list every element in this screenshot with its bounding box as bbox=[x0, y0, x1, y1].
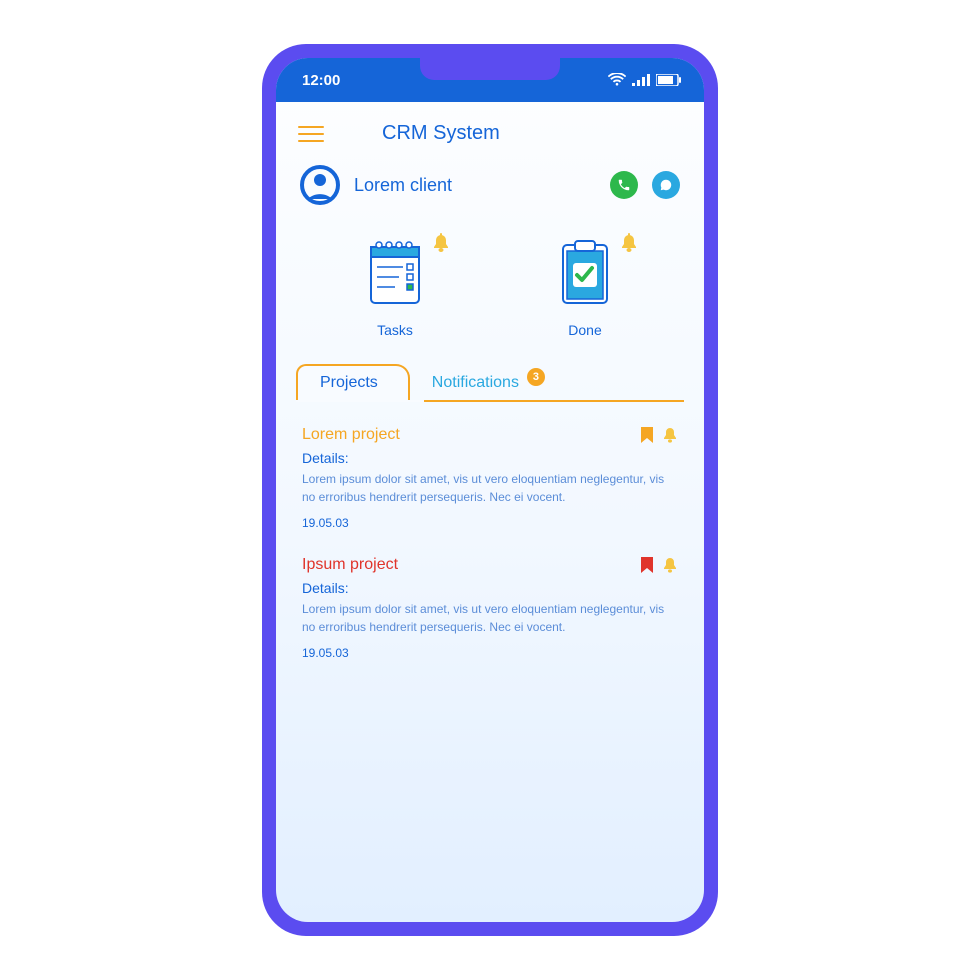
battery-icon bbox=[656, 74, 682, 86]
phone-frame: 12:00 CRM System Lorem client bbox=[262, 44, 718, 936]
bell-icon bbox=[619, 233, 639, 255]
done-card[interactable]: Done bbox=[525, 237, 645, 338]
done-label: Done bbox=[568, 322, 601, 338]
tab-notifications[interactable]: Notifications 3 bbox=[410, 366, 549, 400]
project-title: Lorem project bbox=[302, 426, 400, 444]
tab-projects[interactable]: Projects bbox=[296, 364, 410, 400]
bell-icon[interactable] bbox=[662, 426, 678, 444]
bell-icon bbox=[431, 233, 451, 255]
client-name: Lorem client bbox=[354, 175, 596, 196]
project-date: 19.05.03 bbox=[302, 516, 678, 530]
project-item[interactable]: Ipsum project Details: Lorem ipsum dolor… bbox=[302, 556, 678, 660]
wifi-icon bbox=[608, 73, 626, 87]
cards-row: Tasks Done bbox=[276, 229, 704, 358]
details-label: Details: bbox=[302, 580, 678, 596]
app-title: CRM System bbox=[382, 122, 500, 145]
avatar-icon bbox=[300, 165, 340, 205]
tasks-card[interactable]: Tasks bbox=[335, 237, 455, 338]
tabs: Projects Notifications 3 bbox=[276, 358, 704, 402]
bookmark-icon[interactable] bbox=[640, 556, 654, 574]
project-date: 19.05.03 bbox=[302, 646, 678, 660]
status-time: 12:00 bbox=[302, 72, 340, 89]
details-body: Lorem ipsum dolor sit amet, vis ut vero … bbox=[302, 470, 678, 506]
tasks-icon bbox=[365, 237, 425, 307]
details-label: Details: bbox=[302, 450, 678, 466]
chat-button[interactable] bbox=[652, 171, 680, 199]
notification-badge: 3 bbox=[527, 368, 545, 386]
bookmark-icon[interactable] bbox=[640, 426, 654, 444]
chat-icon bbox=[659, 178, 673, 192]
project-list: Lorem project Details: Lorem ipsum dolor… bbox=[276, 402, 704, 684]
tasks-label: Tasks bbox=[377, 322, 413, 338]
phone-notch bbox=[420, 58, 560, 80]
project-item[interactable]: Lorem project Details: Lorem ipsum dolor… bbox=[302, 426, 678, 530]
status-icons bbox=[608, 73, 682, 87]
signal-icon bbox=[632, 74, 650, 86]
details-body: Lorem ipsum dolor sit amet, vis ut vero … bbox=[302, 600, 678, 636]
phone-icon bbox=[617, 178, 631, 192]
client-row: Lorem client bbox=[276, 163, 704, 229]
tab-projects-label: Projects bbox=[320, 374, 378, 391]
tab-notifications-label: Notifications bbox=[432, 374, 519, 391]
done-icon bbox=[557, 237, 613, 307]
app-header: CRM System bbox=[276, 102, 704, 163]
phone-screen: 12:00 CRM System Lorem client bbox=[276, 58, 704, 922]
project-title: Ipsum project bbox=[302, 556, 398, 574]
call-button[interactable] bbox=[610, 171, 638, 199]
menu-button[interactable] bbox=[298, 126, 324, 142]
bell-icon[interactable] bbox=[662, 556, 678, 574]
